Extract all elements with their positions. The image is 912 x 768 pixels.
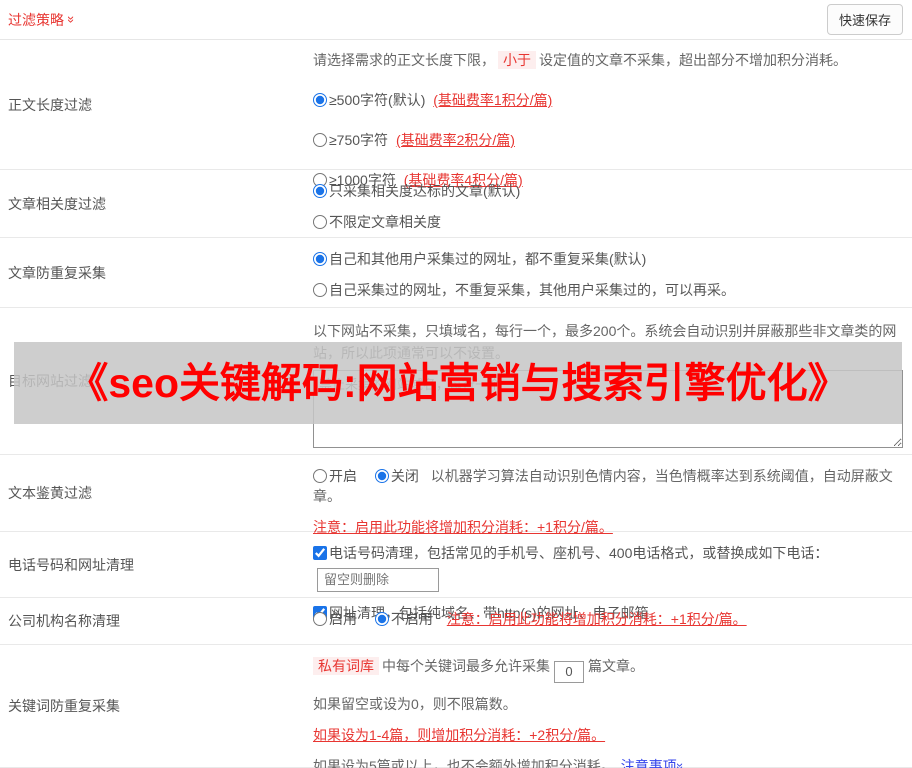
row-content-length-filter: 正文长度过滤 请选择需求的正文长度下限， 小于 设定值的文章不采集，超出部分不增加积…: [0, 40, 912, 188]
row-target-site-filter: 目标网站过滤 以下网站不采集，只填域名，每行一个，最多200个。系统会自动识别并…: [0, 308, 912, 455]
radio-length-750-label: ≥750字符: [329, 132, 389, 148]
keyword-limit-line: 私有词库中每个关键词最多允许采集 篇文章。: [313, 656, 902, 683]
radio-porn-off[interactable]: 关闭: [374, 468, 419, 484]
radio-porn-on[interactable]: 开启: [313, 468, 357, 484]
keyword-note-cost: 如果设为1-4篇，则增加积分消耗：+2积分/篇。: [313, 726, 606, 743]
row-content: 只采集相关度达标的文章(默认) 不限定文章相关度: [313, 170, 912, 237]
relevance-option-1: 只采集相关度达标的文章(默认): [313, 181, 902, 201]
row-content: 开启 关闭 以机器学习算法自动识别色情内容，当色情概率达到系统阈值，自动屏蔽文章…: [313, 455, 912, 535]
checkbox-phone-clean[interactable]: 电话号码清理，包括常见的手机号、座机号、400电话格式，或替换成如下电话：: [313, 545, 828, 561]
radio-company-on-input[interactable]: [313, 612, 327, 626]
row-content: 请选择需求的正文长度下限， 小于 设定值的文章不采集，超出部分不增加积分消耗。 ≥5…: [313, 40, 912, 188]
notes-link-label: 注意事项: [620, 757, 677, 768]
length-intro: 请选择需求的正文长度下限， 小于 设定值的文章不采集，超出部分不增加积分消耗。: [313, 50, 902, 70]
radio-relevance-any[interactable]: 不限定文章相关度: [313, 214, 441, 230]
length-750-fee-note: (基础费率2积分/篇): [395, 132, 515, 148]
length-intro-before: 请选择需求的正文长度下限，: [313, 52, 495, 68]
company-options-line: 启用 不启用 注意：启用此功能将增加积分消耗：+1积分/篇。: [313, 609, 902, 629]
radio-dedup-self-label: 自己采集过的网址，不重复采集，其他用户采集过的，可以再采。: [329, 282, 735, 298]
radio-porn-on-input[interactable]: [313, 469, 327, 483]
target-site-description: 以下网站不采集，只填域名，每行一个，最多200个。系统会自动识别并屏蔽那些非文章…: [313, 323, 897, 361]
length-intro-after: 设定值的文章不采集，超出部分不增加积分消耗。: [539, 52, 847, 68]
row-article-dedup: 文章防重复采集 自己和其他用户采集过的网址，都不重复采集(默认) 自己采集过的网…: [0, 238, 912, 308]
chevron-down-icon: »: [64, 15, 80, 24]
company-cost-note: 注意：启用此功能将增加积分消耗：+1积分/篇。: [446, 611, 747, 627]
radio-company-on[interactable]: 启用: [313, 611, 357, 627]
notes-link[interactable]: 注意事项»: [620, 757, 688, 768]
radio-relevance-strict-input[interactable]: [313, 184, 327, 198]
radio-length-750[interactable]: ≥750字符: [313, 132, 388, 148]
row-phone-url-clean: 电话号码和网址清理 电话号码清理，包括常见的手机号、座机号、400电话格式，或替…: [0, 532, 912, 621]
radio-dedup-global[interactable]: 自己和其他用户采集过的网址，都不重复采集(默认): [313, 251, 646, 267]
phone-clean-line: 电话号码清理，包括常见的手机号、座机号、400电话格式，或替换成如下电话：: [313, 543, 902, 592]
row-company-name-clean: 公司机构名称清理 启用 不启用 注意：启用此功能将增加积分消耗：+1积分/篇。: [0, 598, 912, 645]
radio-length-500-input[interactable]: [313, 93, 327, 107]
keyword-note-free: 如果设为5篇或以上，也不会额外增加积分消耗。: [313, 757, 615, 768]
checkbox-phone-clean-input[interactable]: [313, 546, 327, 560]
row-label: 文章相关度过滤: [8, 195, 106, 212]
keyword-max-count-input[interactable]: [554, 660, 584, 683]
row-label: 文章防重复采集: [8, 264, 106, 281]
quick-save-button[interactable]: 快速保存: [826, 4, 903, 35]
blocked-domains-textarea[interactable]: [313, 370, 903, 448]
row-label: 目标网站过滤: [8, 373, 92, 389]
radio-company-on-label: 启用: [329, 611, 357, 627]
chevron-down-icon: »: [672, 762, 688, 768]
row-content: 以下网站不采集，只填域名，每行一个，最多200个。系统会自动识别并屏蔽那些非文章…: [313, 308, 912, 454]
keyword-note-unlimited: 如果留空或设为0，则不限篇数。: [313, 695, 517, 712]
filter-strategy-page: 过滤策略 » 快速保存 正文长度过滤 请选择需求的正文长度下限， 小于 设定值的文章…: [0, 0, 912, 768]
row-content: 启用 不启用 注意：启用此功能将增加积分消耗：+1积分/篇。: [313, 598, 912, 644]
row-label: 正文长度过滤: [8, 96, 92, 113]
radio-dedup-global-input[interactable]: [313, 252, 327, 266]
less-than-highlight: 小于: [498, 51, 536, 69]
row-content: 电话号码清理，包括常见的手机号、座机号、400电话格式，或替换成如下电话： 网址…: [313, 532, 912, 621]
row-content: 自己和其他用户采集过的网址，都不重复采集(默认) 自己采集过的网址，不重复采集，…: [313, 238, 912, 307]
length-option-750: ≥750字符 (基础费率2积分/篇): [313, 130, 902, 150]
length-option-500: ≥500字符(默认) (基础费率1积分/篇): [313, 90, 902, 110]
page-title[interactable]: 过滤策略 »: [8, 10, 80, 30]
radio-porn-on-label: 开启: [329, 468, 357, 484]
radio-relevance-any-label: 不限定文章相关度: [329, 214, 441, 230]
radio-length-500[interactable]: ≥500字符(默认): [313, 92, 425, 108]
row-label: 电话号码和网址清理: [8, 556, 134, 573]
row-label: 公司机构名称清理: [8, 613, 120, 629]
length-500-fee-note: (基础费率1积分/篇): [433, 92, 553, 108]
keyword-limit-unit: 篇文章。: [588, 658, 644, 674]
keyword-limit-text: 中每个关键词最多允许采集: [382, 658, 550, 674]
radio-relevance-any-input[interactable]: [313, 215, 327, 229]
radio-company-off-input[interactable]: [374, 612, 389, 626]
radio-porn-off-input[interactable]: [374, 469, 389, 483]
radio-dedup-self[interactable]: 自己采集过的网址，不重复采集，其他用户采集过的，可以再采。: [313, 282, 735, 298]
keyword-note-free-line: 如果设为5篇或以上，也不会额外增加积分消耗。 注意事项»: [313, 756, 902, 768]
radio-length-750-input[interactable]: [313, 133, 327, 147]
topbar: 过滤策略 » 快速保存: [0, 0, 912, 40]
radio-length-500-label: ≥500字符(默认): [329, 92, 426, 108]
page-title-text: 过滤策略: [8, 11, 64, 28]
radio-relevance-strict[interactable]: 只采集相关度达标的文章(默认): [313, 183, 520, 199]
radio-relevance-strict-label: 只采集相关度达标的文章(默认): [329, 183, 521, 199]
radio-dedup-self-input[interactable]: [313, 283, 327, 297]
private-thesaurus-tag: 私有词库: [313, 657, 379, 675]
radio-company-off-label: 不启用: [390, 611, 433, 627]
row-keyword-dedup: 关键词防重复采集 私有词库中每个关键词最多允许采集 篇文章。 如果留空或设为0，则…: [0, 645, 912, 768]
porn-options-line: 开启 关闭 以机器学习算法自动识别色情内容，当色情概率达到系统阈值，自动屏蔽文章…: [313, 466, 902, 506]
row-content: 私有词库中每个关键词最多允许采集 篇文章。 如果留空或设为0，则不限篇数。 如果设…: [313, 645, 912, 768]
radio-dedup-global-label: 自己和其他用户采集过的网址，都不重复采集(默认): [329, 251, 647, 267]
radio-porn-off-label: 关闭: [390, 468, 419, 484]
row-label: 关键词防重复采集: [8, 698, 120, 714]
checkbox-phone-clean-label: 电话号码清理，包括常见的手机号、座机号、400电话格式，或替换成如下电话：: [329, 545, 829, 561]
row-label: 文本鉴黄过滤: [8, 485, 92, 501]
replacement-phone-input[interactable]: [317, 567, 439, 592]
row-relevance-filter: 文章相关度过滤 只采集相关度达标的文章(默认) 不限定文章相关度: [0, 170, 912, 238]
dedup-option-2: 自己采集过的网址，不重复采集，其他用户采集过的，可以再采。: [313, 280, 902, 300]
radio-company-off[interactable]: 不启用: [374, 611, 433, 627]
dedup-option-1: 自己和其他用户采集过的网址，都不重复采集(默认): [313, 249, 902, 269]
row-porn-filter: 文本鉴黄过滤 开启 关闭 以机器学习算法自动识别色情内容，当色情概率达到系统阈值…: [0, 455, 912, 535]
relevance-option-2: 不限定文章相关度: [313, 212, 902, 232]
